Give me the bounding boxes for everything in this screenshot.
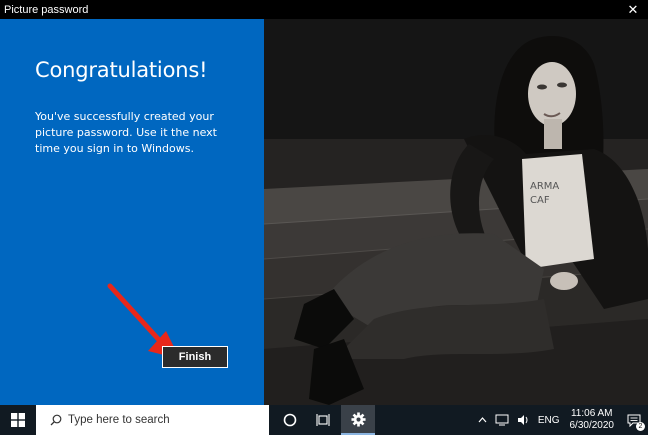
volume-button[interactable] <box>513 414 534 426</box>
search-placeholder: Type here to search <box>68 414 170 426</box>
shirt-print-line-1: ARMA <box>530 181 559 192</box>
shirt-print-line-2: CAF <box>530 195 550 206</box>
search-box[interactable]: Type here to search <box>36 405 269 435</box>
windows-logo-icon <box>11 413 25 427</box>
page-title: Congratulations! <box>35 58 208 82</box>
window-title: Picture password <box>4 3 89 16</box>
task-view-icon <box>316 414 330 426</box>
taskbar: Type here to search ENG 11:06 AM 6/30/20… <box>0 405 648 435</box>
success-message: You've successfully created your picture… <box>35 110 217 155</box>
picture-password-image: ARMA CAF <box>264 19 648 405</box>
action-center-button[interactable]: 2 <box>620 405 648 435</box>
notification-badge: 2 <box>636 422 645 431</box>
search-icon <box>50 414 62 426</box>
close-button[interactable]: ✕ <box>624 0 642 19</box>
clock-time: 11:06 AM <box>570 408 613 419</box>
task-view-button[interactable] <box>307 405 341 435</box>
settings-icon <box>350 411 366 427</box>
settings-taskbar-button[interactable] <box>341 405 375 435</box>
system-tray: ENG 11:06 AM 6/30/2020 2 <box>474 405 648 435</box>
cortana-icon <box>283 413 297 427</box>
clock-date: 6/30/2020 <box>569 420 615 431</box>
cortana-button[interactable] <box>273 405 307 435</box>
volume-icon <box>517 415 528 425</box>
network-button[interactable] <box>491 414 513 426</box>
clock[interactable]: 11:06 AM 6/30/2020 <box>564 408 621 432</box>
network-icon <box>495 414 509 426</box>
start-button[interactable] <box>0 405 36 435</box>
input-language[interactable]: ENG <box>534 415 564 426</box>
finish-button[interactable]: Finish <box>162 346 228 368</box>
chevron-up-icon <box>478 417 487 423</box>
title-bar: Picture password ✕ <box>0 0 648 19</box>
show-hidden-icons-button[interactable] <box>474 417 491 423</box>
picture-password-panel: Congratulations! You've successfully cre… <box>0 19 264 405</box>
